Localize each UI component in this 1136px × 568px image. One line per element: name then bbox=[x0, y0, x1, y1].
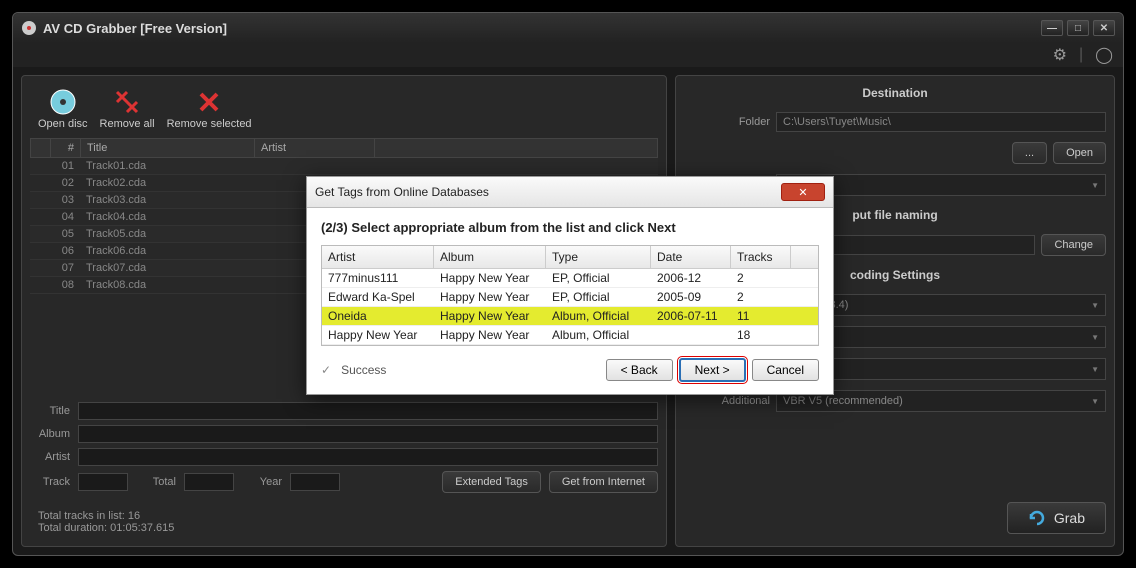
maximize-button[interactable]: □ bbox=[1067, 20, 1089, 36]
track-field[interactable] bbox=[78, 473, 128, 491]
destination-heading: Destination bbox=[684, 86, 1106, 100]
window-title: AV CD Grabber [Free Version] bbox=[43, 21, 227, 36]
album-row[interactable]: Happy New YearHappy New YearAlbum, Offic… bbox=[322, 326, 818, 345]
col-number[interactable]: # bbox=[51, 139, 81, 157]
album-row[interactable]: OneidaHappy New YearAlbum, Official2006-… bbox=[322, 307, 818, 326]
grab-button[interactable]: Grab bbox=[1007, 502, 1106, 534]
minimize-button[interactable]: — bbox=[1041, 20, 1063, 36]
check-icon: ✓ bbox=[321, 363, 331, 377]
target-icon[interactable]: ◯ bbox=[1095, 45, 1113, 65]
album-field[interactable] bbox=[78, 425, 658, 443]
total-tracks-status: Total tracks in list: 16 bbox=[38, 510, 650, 522]
open-disc-button[interactable]: Open disc bbox=[38, 88, 88, 130]
remove-all-button[interactable]: Remove all bbox=[100, 88, 155, 130]
get-tags-dialog: Get Tags from Online Databases ✕ (2/3) S… bbox=[306, 176, 834, 395]
cancel-button[interactable]: Cancel bbox=[752, 359, 819, 381]
dialog-step-text: (2/3) Select appropriate album from the … bbox=[321, 220, 819, 235]
album-table: Artist Album Type Date Tracks 777minus11… bbox=[321, 245, 819, 346]
top-toolbar: ⚙ | ◯ bbox=[13, 43, 1123, 67]
col-title[interactable]: Title bbox=[81, 139, 255, 157]
app-icon bbox=[21, 20, 37, 36]
track-row[interactable]: 01Track01.cda bbox=[30, 158, 658, 175]
album-row[interactable]: 777minus111Happy New YearEP, Official200… bbox=[322, 269, 818, 288]
remove-selected-button[interactable]: Remove selected bbox=[167, 88, 252, 130]
folder-field[interactable] bbox=[776, 112, 1106, 132]
back-button[interactable]: < Back bbox=[606, 359, 673, 381]
title-field[interactable] bbox=[78, 402, 658, 420]
col-artist[interactable]: Artist bbox=[322, 246, 434, 268]
change-button[interactable]: Change bbox=[1041, 234, 1106, 256]
titlebar: AV CD Grabber [Free Version] — □ ✕ bbox=[13, 13, 1123, 43]
refresh-icon bbox=[1028, 509, 1046, 527]
year-field[interactable] bbox=[290, 473, 340, 491]
dialog-status: Success bbox=[341, 363, 386, 377]
album-row[interactable]: Edward Ka-SpelHappy New YearEP, Official… bbox=[322, 288, 818, 307]
col-tracks[interactable]: Tracks bbox=[731, 246, 791, 268]
col-type[interactable]: Type bbox=[546, 246, 651, 268]
col-date[interactable]: Date bbox=[651, 246, 731, 268]
col-album[interactable]: Album bbox=[434, 246, 546, 268]
col-artist[interactable]: Artist bbox=[255, 139, 375, 157]
total-duration-status: Total duration: 01:05:37.615 bbox=[38, 522, 650, 534]
browse-button[interactable]: ... bbox=[1012, 142, 1047, 164]
close-button[interactable]: ✕ bbox=[1093, 20, 1115, 36]
total-field[interactable] bbox=[184, 473, 234, 491]
open-folder-button[interactable]: Open bbox=[1053, 142, 1106, 164]
dialog-close-button[interactable]: ✕ bbox=[781, 183, 825, 201]
extended-tags-button[interactable]: Extended Tags bbox=[442, 471, 541, 493]
dialog-title: Get Tags from Online Databases bbox=[315, 185, 489, 199]
artist-field[interactable] bbox=[78, 448, 658, 466]
next-button[interactable]: Next > bbox=[679, 358, 746, 382]
get-from-internet-button[interactable]: Get from Internet bbox=[549, 471, 658, 493]
settings-icon[interactable]: ⚙ bbox=[1053, 45, 1067, 65]
